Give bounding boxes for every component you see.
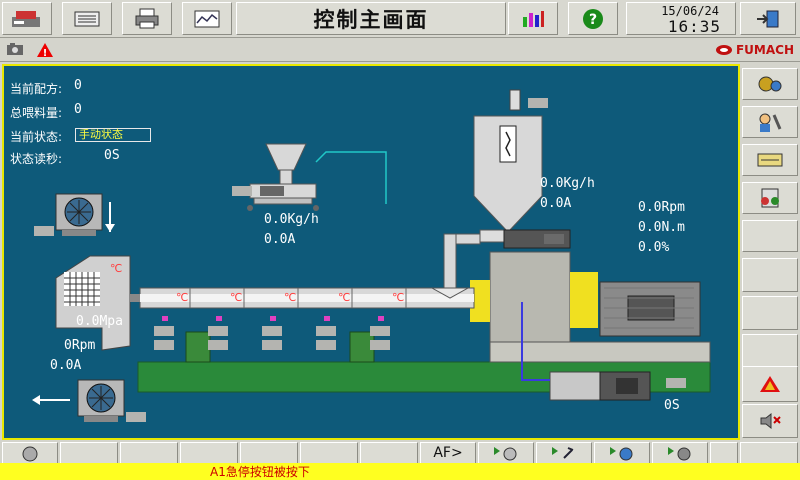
warning-icon[interactable]: ! — [36, 42, 54, 58]
side-feeder-current: 0.0A — [264, 232, 296, 247]
recipe-icon — [761, 188, 779, 208]
main-feeder-current: 0.0A — [540, 196, 572, 211]
maintenance-button[interactable] — [742, 106, 798, 138]
zone-4-temp: ℃ — [338, 291, 351, 304]
process-settings-button[interactable] — [742, 68, 798, 100]
bottom-blank-6[interactable] — [360, 442, 418, 464]
help-button[interactable]: ? — [568, 2, 618, 35]
help-icon: ? — [583, 8, 603, 29]
zone-3-temp: ℃ — [284, 291, 297, 304]
blank-side-button-1[interactable] — [742, 220, 798, 252]
bottom-blank-3[interactable] — [180, 442, 238, 464]
pump-time: 0S — [664, 398, 680, 413]
keyboard-button[interactable] — [62, 2, 112, 35]
gears-icon — [758, 76, 782, 92]
time-display: 16:35 — [667, 17, 721, 36]
alarm-warning-icon — [760, 376, 780, 392]
bottom-blank-2[interactable] — [120, 442, 178, 464]
svg-text:?: ? — [589, 12, 597, 28]
exit-button[interactable] — [740, 2, 796, 35]
blank-side-button-4[interactable] — [742, 334, 798, 370]
cooling-run-icon — [610, 447, 633, 461]
blank-side-button-3[interactable] — [742, 296, 798, 330]
bar-chart-icon — [523, 10, 544, 27]
date-display: 15/06/24 — [661, 4, 719, 18]
blank-side-button-2[interactable] — [742, 258, 798, 292]
bottom-blank-8[interactable] — [740, 442, 798, 464]
side-hopper — [265, 143, 307, 171]
af-button[interactable]: AF> — [420, 442, 476, 464]
bottom-blank-5[interactable] — [300, 442, 358, 464]
extruder-diagram — [32, 89, 711, 422]
main-motor-load: 0.0% — [638, 240, 670, 255]
pelletizer-run-icon — [668, 447, 691, 461]
status-subbar: ! FUMACH — [0, 38, 800, 62]
print-button[interactable] — [122, 2, 172, 35]
brand-name: FUMACH — [735, 43, 794, 57]
pump-motor-left — [549, 371, 601, 401]
zone-5-temp: ℃ — [392, 291, 405, 304]
bottom-blank-7[interactable] — [710, 442, 738, 464]
pelletizer-current: 0.0A — [50, 358, 82, 373]
network-icon — [757, 153, 783, 167]
pelletizer-control-button[interactable] — [652, 442, 708, 464]
camera-icon[interactable] — [6, 42, 24, 56]
alarm-message-bar[interactable]: A1急停按钮被按下 — [0, 463, 800, 480]
recipe-button[interactable] — [742, 182, 798, 214]
statistics-button[interactable] — [508, 2, 558, 35]
motor-run-icon — [552, 447, 574, 459]
trend-button[interactable] — [182, 2, 232, 35]
printer-stack-button[interactable] — [2, 2, 52, 35]
top-toolbar: 控制主画面 ? 15/06/24 16:35 — [0, 0, 800, 38]
svg-text:!: ! — [43, 48, 48, 58]
melt-pressure: 0.0Mpa — [76, 314, 123, 329]
feeder-control-button[interactable] — [478, 442, 534, 464]
motor-control-button[interactable] — [536, 442, 592, 464]
side-feeder-rate: 0.0Kg/h — [264, 212, 319, 227]
printer-icon — [135, 8, 159, 28]
brand-logo: FUMACH — [715, 41, 794, 59]
trend-chart-icon — [194, 10, 220, 27]
communication-button[interactable] — [742, 144, 798, 176]
side-feed-line — [315, 151, 387, 204]
coupling-right — [570, 272, 598, 328]
printer-stack-icon — [12, 10, 40, 27]
main-motor-speed: 0.0Rpm — [638, 200, 685, 215]
zone-1-temp: ℃ — [176, 291, 189, 304]
bottom-blank-4[interactable] — [240, 442, 298, 464]
die-temp-unit: ℃ — [110, 262, 123, 275]
gear-home-icon — [22, 446, 38, 462]
keyboard-icon — [74, 11, 100, 26]
pelletizer-speed: 0Rpm — [64, 338, 96, 353]
home-button[interactable] — [2, 442, 58, 464]
exit-door-icon — [757, 10, 779, 27]
tools-icon — [759, 113, 782, 132]
main-feeder-rate: 0.0Kg/h — [540, 176, 595, 191]
support-1 — [185, 331, 211, 363]
right-toolbar — [740, 64, 800, 440]
page-title: 控制主画面 — [236, 2, 506, 35]
bottom-blank-1[interactable] — [60, 442, 118, 464]
brand-logo-icon — [715, 45, 732, 55]
cooling-control-button[interactable] — [594, 442, 650, 464]
feeder-run-icon — [494, 447, 517, 461]
mute-speaker-icon — [760, 412, 781, 430]
alarm-message: A1急停按钮被按下 — [210, 465, 310, 479]
mute-button[interactable] — [742, 404, 798, 438]
process-diagram-panel: 当前配方: 0 总喂料量: 0 当前状态: 手动状态 状态读秒: 0S ℃ ℃ … — [2, 64, 740, 440]
zone-2-temp: ℃ — [230, 291, 243, 304]
hmi-screen: 控制主画面 ? 15/06/24 16:35 ! FUMACH 当前配方: 0 … — [0, 0, 800, 480]
main-motor-torque: 0.0N.m — [638, 220, 685, 235]
alarm-button[interactable] — [742, 366, 798, 402]
clock: 15/06/24 16:35 — [626, 2, 736, 36]
